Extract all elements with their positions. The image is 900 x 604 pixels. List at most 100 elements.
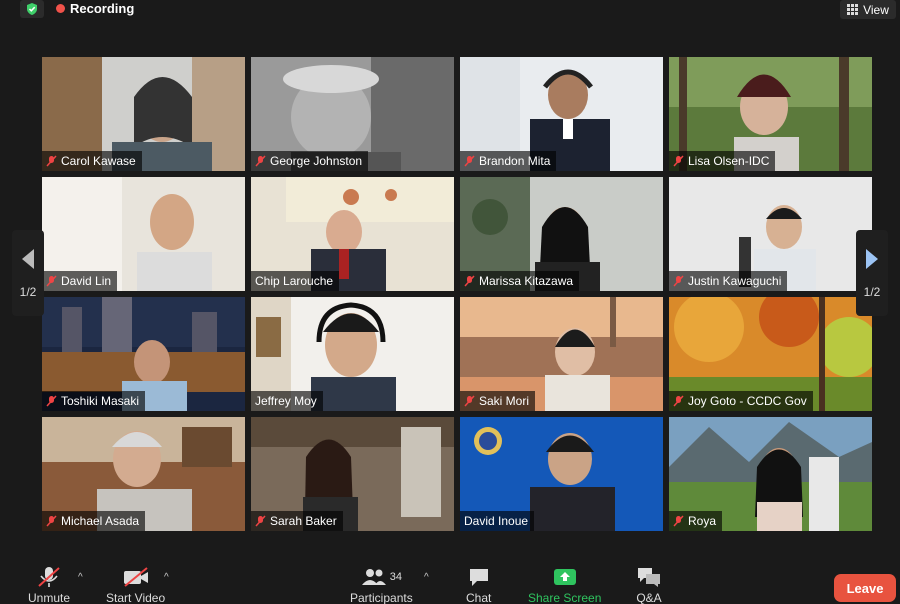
participant-name: Justin Kawaguchi xyxy=(688,274,782,288)
mic-muted-icon xyxy=(464,275,475,287)
share-screen-icon xyxy=(553,569,576,585)
page-indicator-right: 1/2 xyxy=(863,285,881,299)
participant-name: Sarah Baker xyxy=(270,514,337,528)
view-label: View xyxy=(863,2,889,17)
mic-muted-icon xyxy=(46,515,57,527)
previous-page-button[interactable]: 1/2 xyxy=(12,230,44,316)
participant-nametag: Sarah Baker xyxy=(251,511,343,531)
triangle-right-icon xyxy=(866,249,878,269)
triangle-left-icon xyxy=(22,249,34,269)
shield-check-icon[interactable] xyxy=(20,0,44,18)
start-video-label: Start Video xyxy=(106,591,166,604)
participant-name: Saki Mori xyxy=(479,394,530,408)
participant-name: Roya xyxy=(688,514,717,528)
share-screen-label: Share Screen xyxy=(528,591,602,604)
video-tile[interactable]: Carol Kawase xyxy=(42,57,245,171)
page-indicator-left: 1/2 xyxy=(19,285,37,299)
video-tile[interactable]: Michael Asada xyxy=(42,417,245,531)
participant-nametag: Carol Kawase xyxy=(42,151,142,171)
participant-name: Jeffrey Moy xyxy=(255,394,317,408)
participant-nametag: David Lin xyxy=(42,271,118,291)
participant-nametag: Jeffrey Moy xyxy=(251,391,323,411)
unmute-label: Unmute xyxy=(28,591,71,604)
recording-label: Recording xyxy=(70,1,135,16)
participants-count: 34 xyxy=(389,571,402,583)
meeting-toolbar: Unmute ^ Start Video ^ 34 Participants ^… xyxy=(0,562,900,604)
participant-name: David Lin xyxy=(61,274,112,288)
video-tile[interactable]: David Lin xyxy=(42,177,245,291)
grid-icon xyxy=(847,4,859,15)
participant-nametag: Chip Larouche xyxy=(251,271,340,291)
mic-muted-icon xyxy=(673,515,684,527)
video-tile-active-speaker[interactable]: Jeffrey Moy xyxy=(251,297,454,411)
video-off-icon xyxy=(123,567,148,587)
next-page-button[interactable]: 1/2 xyxy=(856,230,888,316)
participant-name: Carol Kawase xyxy=(61,154,136,168)
participant-name: Marissa Kitazawa xyxy=(479,274,574,288)
video-options-chevron-icon[interactable]: ^ xyxy=(164,572,169,583)
participant-name: Toshiki Masaki xyxy=(61,394,140,408)
video-tile[interactable]: Marissa Kitazawa xyxy=(460,177,663,291)
mic-muted-icon xyxy=(464,155,475,167)
meeting-topbar: Recording View xyxy=(0,0,900,20)
participant-nametag: Joy Goto - CCDC Gov xyxy=(669,391,813,411)
mic-muted-icon xyxy=(46,275,57,287)
chat-label: Chat xyxy=(466,591,492,604)
leave-button[interactable]: Leave xyxy=(834,574,896,602)
recording-indicator[interactable]: Recording xyxy=(56,1,134,16)
chat-bubble-icon xyxy=(469,569,488,586)
participant-name: Michael Asada xyxy=(61,514,140,528)
video-tile[interactable]: Saki Mori xyxy=(460,297,663,411)
participant-name: Lisa Olsen-IDC xyxy=(688,154,770,168)
participant-nametag: Lisa Olsen-IDC xyxy=(669,151,776,171)
video-tile[interactable]: Sarah Baker xyxy=(251,417,454,531)
unmute-button[interactable]: Unmute xyxy=(28,566,70,604)
participants-label: Participants xyxy=(350,591,413,604)
mic-muted-icon xyxy=(46,155,57,167)
start-video-button[interactable]: Start Video xyxy=(106,566,165,604)
participant-nametag: Roya xyxy=(669,511,723,531)
mic-muted-icon xyxy=(673,155,684,167)
chat-button[interactable]: Chat xyxy=(466,566,491,604)
view-button[interactable]: View xyxy=(840,0,896,19)
record-dot-icon xyxy=(56,4,65,13)
mic-muted-icon xyxy=(255,515,266,527)
video-tile[interactable]: Lisa Olsen-IDC xyxy=(669,57,872,171)
participant-nametag: George Johnston xyxy=(251,151,369,171)
participant-nametag: Saki Mori xyxy=(460,391,536,411)
video-tile[interactable]: Joy Goto - CCDC Gov xyxy=(669,297,872,411)
participant-nametag: Toshiki Masaki xyxy=(42,391,146,411)
participants-icon xyxy=(361,569,386,585)
mic-muted-icon xyxy=(38,567,60,587)
qa-label: Q&A xyxy=(636,591,662,604)
video-tile[interactable]: Justin Kawaguchi xyxy=(669,177,872,291)
video-tile[interactable]: Toshiki Masaki xyxy=(42,297,245,411)
video-tile[interactable]: Roya xyxy=(669,417,872,531)
participant-name: Joy Goto - CCDC Gov xyxy=(688,394,807,408)
participants-button[interactable]: 34 Participants xyxy=(350,566,413,604)
participant-nametag: Justin Kawaguchi xyxy=(669,271,788,291)
video-tile[interactable]: Brandon Mita xyxy=(460,57,663,171)
mic-muted-icon xyxy=(46,395,57,407)
qa-bubbles-icon xyxy=(638,568,660,587)
participant-name: Chip Larouche xyxy=(255,274,334,288)
video-tile[interactable]: Chip Larouche xyxy=(251,177,454,291)
participant-name: David Inoue xyxy=(464,514,529,528)
participant-name: George Johnston xyxy=(270,154,363,168)
participants-options-chevron-icon[interactable]: ^ xyxy=(424,572,429,583)
participant-nametag: Michael Asada xyxy=(42,511,146,531)
mic-muted-icon xyxy=(673,395,684,407)
audio-options-chevron-icon[interactable]: ^ xyxy=(78,572,83,583)
participant-nametag: David Inoue xyxy=(460,511,535,531)
mic-muted-icon xyxy=(673,275,684,287)
participant-nametag: Marissa Kitazawa xyxy=(460,271,580,291)
participant-nametag: Brandon Mita xyxy=(460,151,557,171)
mic-muted-icon xyxy=(255,155,266,167)
video-grid: Carol Kawase George Johnston Brandon Mit… xyxy=(42,57,872,531)
mic-muted-icon xyxy=(464,395,475,407)
video-tile[interactable]: David Inoue xyxy=(460,417,663,531)
share-screen-button[interactable]: Share Screen xyxy=(528,566,601,604)
participant-name: Brandon Mita xyxy=(479,154,551,168)
qa-button[interactable]: Q&A xyxy=(636,566,662,604)
video-tile[interactable]: George Johnston xyxy=(251,57,454,171)
